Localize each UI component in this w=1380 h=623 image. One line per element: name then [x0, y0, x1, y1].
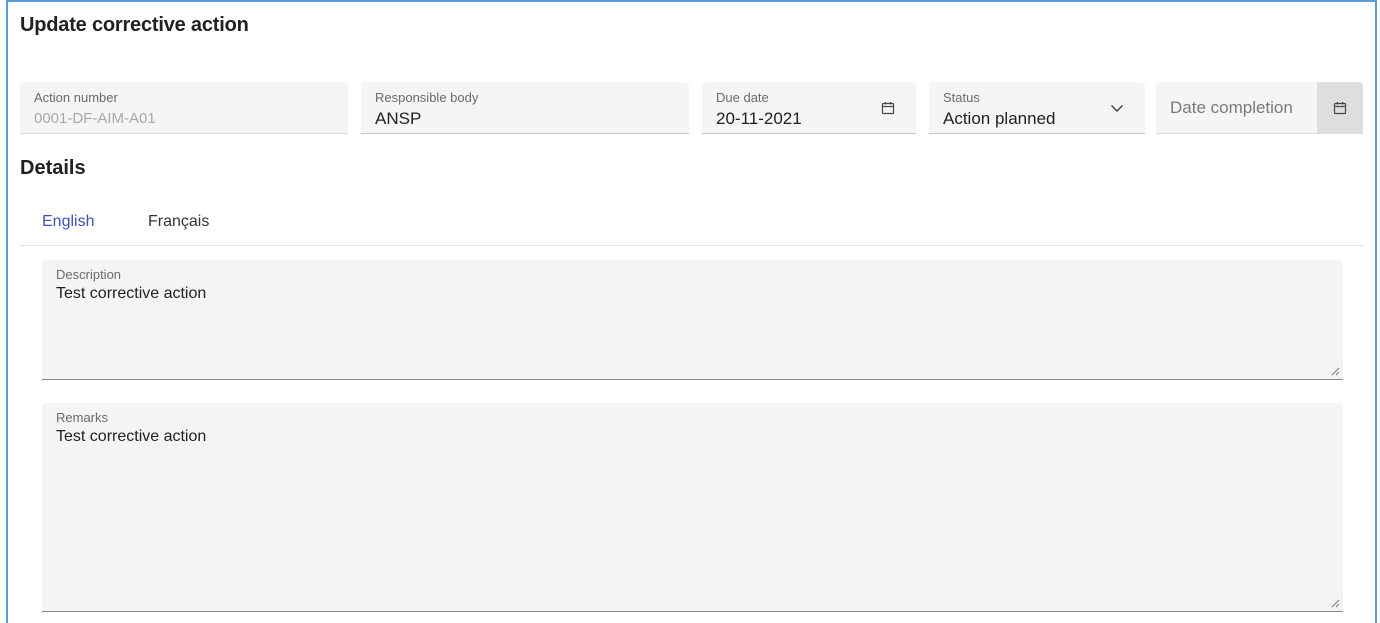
due-date-value: 20-11-2021 — [716, 109, 802, 128]
description-label: Description — [56, 267, 122, 282]
tab-francais[interactable]: Français — [148, 213, 209, 231]
date-completion-calendar-button[interactable] — [1317, 82, 1363, 134]
language-tabs: English Français — [20, 202, 1363, 246]
due-date-field[interactable]: Due date 20-11-2021 — [702, 82, 916, 134]
status-value: Action planned — [943, 109, 1056, 128]
dialog-title: Update corrective action — [20, 14, 249, 36]
action-number-value: 0001-DF-AIM-A01 — [34, 110, 156, 127]
due-date-label: Due date — [716, 90, 769, 105]
resize-handle-icon[interactable] — [1330, 598, 1340, 608]
remarks-textarea[interactable]: Remarks Test corrective action — [42, 403, 1343, 612]
remarks-value: Test corrective action — [56, 428, 207, 445]
calendar-icon — [1333, 102, 1347, 115]
date-completion-field[interactable]: Date completion — [1156, 82, 1363, 134]
tab-english[interactable]: English — [42, 213, 94, 231]
remarks-label: Remarks — [56, 410, 109, 425]
dialog-frame: Update corrective action Action number 0… — [6, 0, 1377, 623]
status-label: Status — [943, 90, 980, 105]
status-select[interactable]: Status Action planned — [929, 82, 1145, 134]
details-title: Details — [20, 157, 86, 179]
description-textarea[interactable]: Description Test corrective action — [42, 260, 1343, 380]
chevron-down-icon[interactable] — [1105, 96, 1129, 120]
action-number-label: Action number — [34, 90, 118, 105]
calendar-icon[interactable] — [876, 96, 900, 120]
resize-handle-icon[interactable] — [1330, 366, 1340, 376]
responsible-body-value: ANSP — [375, 109, 422, 128]
date-completion-placeholder: Date completion — [1170, 98, 1293, 117]
responsible-body-field[interactable]: Responsible body ANSP — [361, 82, 689, 134]
description-value: Test corrective action — [56, 285, 207, 302]
action-number-field: Action number 0001-DF-AIM-A01 — [20, 82, 348, 134]
responsible-body-label: Responsible body — [375, 90, 479, 105]
